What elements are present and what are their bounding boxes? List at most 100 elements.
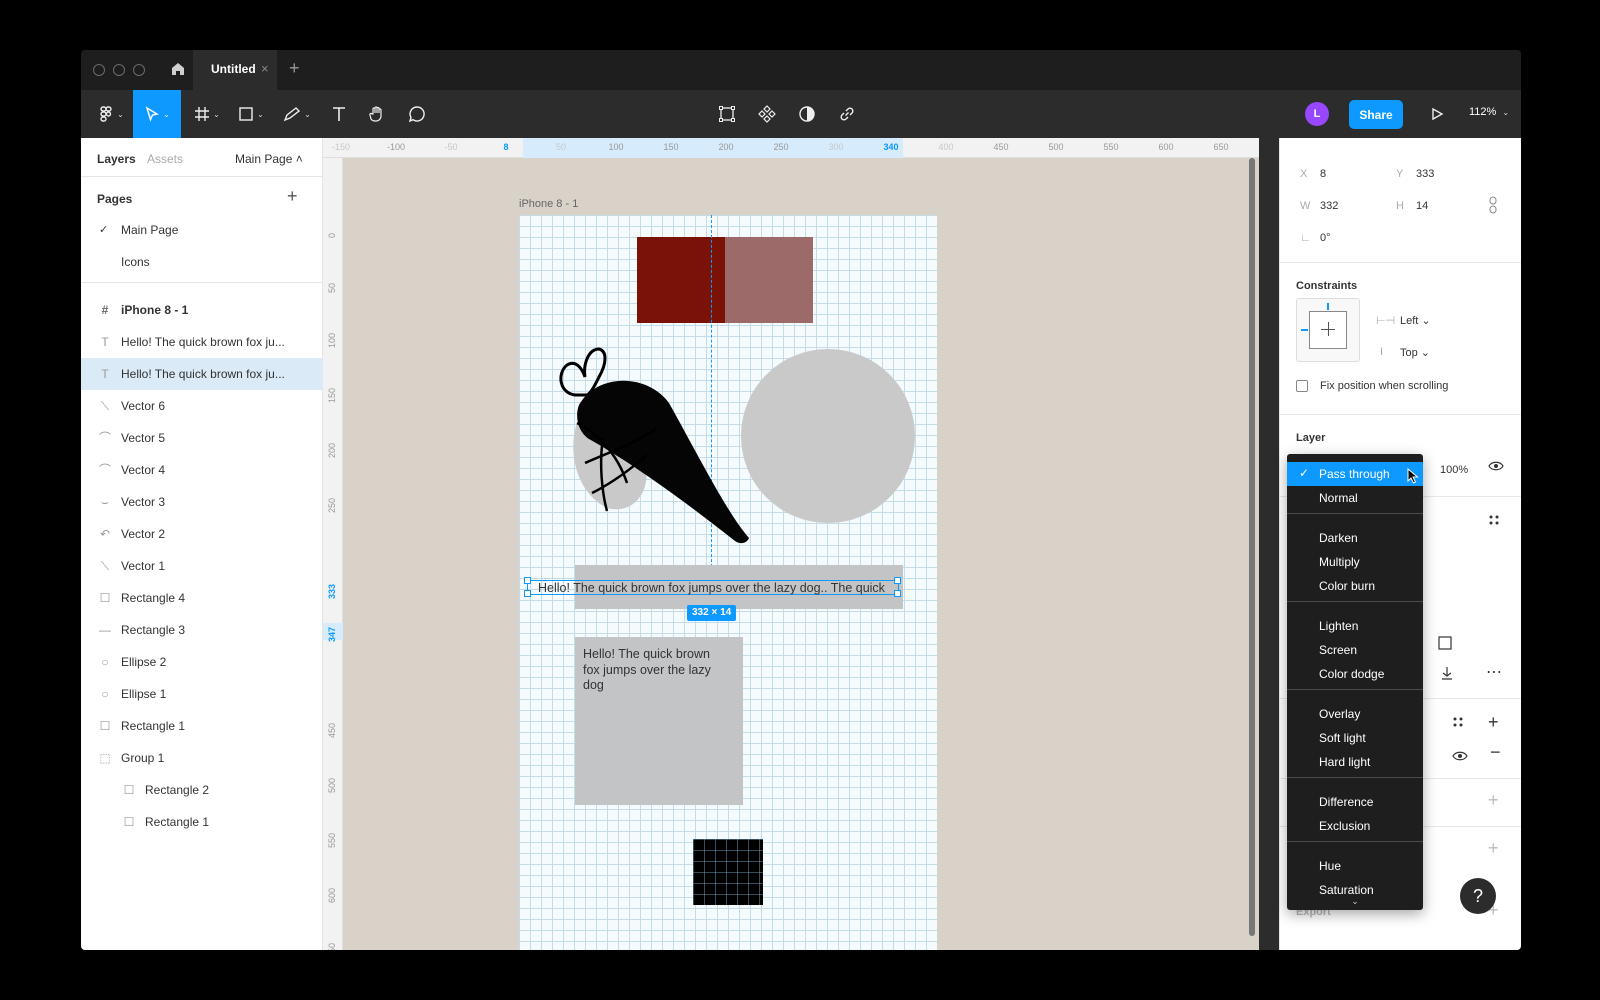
resize-handle[interactable] bbox=[894, 590, 901, 597]
present-button[interactable] bbox=[1419, 90, 1455, 138]
mask-button[interactable] bbox=[789, 90, 825, 138]
move-tool-button[interactable]: ⌄ bbox=[133, 90, 181, 138]
blend-option-exclusion[interactable]: Exclusion bbox=[1287, 814, 1423, 838]
blend-option-difference[interactable]: Difference bbox=[1287, 790, 1423, 814]
h-input[interactable]: 14 bbox=[1416, 200, 1428, 212]
layer-row[interactable]: — Rectangle 3 bbox=[81, 614, 323, 646]
ellipse-1[interactable] bbox=[741, 349, 915, 523]
constraint-widget[interactable] bbox=[1296, 298, 1360, 362]
new-tab-button[interactable]: + bbox=[289, 58, 300, 79]
layer-row[interactable]: ☐ Rectangle 1 bbox=[81, 710, 323, 742]
black-rectangle[interactable] bbox=[693, 839, 763, 905]
share-button[interactable]: Share bbox=[1349, 100, 1403, 129]
w-input[interactable]: 332 bbox=[1320, 200, 1338, 212]
page-item-icons[interactable]: Icons bbox=[81, 246, 323, 278]
minimize-window-button[interactable] bbox=[113, 64, 125, 76]
checkbox-icon[interactable] bbox=[1438, 636, 1452, 650]
layer-row[interactable]: ⬚ Group 1 bbox=[81, 742, 323, 774]
page-item-main[interactable]: ✓ Main Page bbox=[81, 214, 323, 246]
style-grid-icon[interactable] bbox=[1452, 716, 1464, 728]
blend-option-darken[interactable]: Darken bbox=[1287, 526, 1423, 550]
help-button[interactable]: ? bbox=[1460, 878, 1496, 914]
main-menu-button[interactable]: ⌄ bbox=[89, 90, 133, 138]
resize-handle[interactable] bbox=[894, 577, 901, 584]
tab-assets[interactable]: Assets bbox=[147, 152, 183, 166]
x-input[interactable]: 8 bbox=[1320, 168, 1326, 180]
rectangle-1[interactable] bbox=[725, 237, 813, 323]
blend-option-overlay[interactable]: Overlay bbox=[1287, 702, 1423, 726]
rectangle-3-textbox[interactable]: Hello! The quick brown fox jumps over th… bbox=[575, 637, 743, 805]
add-effect-button[interactable]: + bbox=[1488, 838, 1499, 859]
blend-mode-dropdown[interactable]: ✓ Pass through Normal Darken Multiply Color b… bbox=[1287, 454, 1423, 910]
blend-option-hue[interactable]: Hue bbox=[1287, 854, 1423, 878]
constrain-proportions-icon[interactable] bbox=[1488, 196, 1498, 214]
home-icon[interactable] bbox=[169, 60, 187, 78]
add-stroke-button[interactable]: + bbox=[1488, 790, 1499, 811]
blend-option-soft-light[interactable]: Soft light bbox=[1287, 726, 1423, 750]
blend-option-hard-light[interactable]: Hard light bbox=[1287, 750, 1423, 774]
link-button[interactable] bbox=[829, 90, 865, 138]
iphone-frame[interactable]: Hello! The quick brown fox jumps over th… bbox=[519, 215, 937, 950]
layer-row[interactable]: ☐ Rectangle 2 bbox=[81, 774, 323, 806]
comment-tool-button[interactable] bbox=[399, 90, 435, 138]
rotation-input[interactable]: 0° bbox=[1320, 232, 1331, 244]
frame-tool-button[interactable]: ⌄ bbox=[185, 90, 229, 138]
constraint-top-pin[interactable] bbox=[1327, 303, 1329, 310]
more-options-icon[interactable]: ⋯ bbox=[1486, 662, 1502, 682]
remove-fill-button[interactable]: − bbox=[1490, 742, 1501, 763]
layer-row[interactable]: T Hello! The quick brown fox ju... bbox=[81, 326, 323, 358]
align-bottom-icon[interactable] bbox=[1440, 666, 1454, 680]
avatar[interactable]: L bbox=[1305, 102, 1329, 126]
blend-option-color-dodge[interactable]: Color dodge bbox=[1287, 662, 1423, 686]
constraint-left-pin[interactable] bbox=[1301, 329, 1308, 331]
vector-drawing[interactable] bbox=[537, 343, 757, 553]
add-fill-button[interactable]: + bbox=[1488, 712, 1499, 733]
resize-handle[interactable] bbox=[524, 577, 531, 584]
component-button[interactable] bbox=[749, 90, 785, 138]
layer-row[interactable]: ⟍ Vector 6 bbox=[81, 390, 323, 422]
hand-tool-button[interactable] bbox=[359, 90, 395, 138]
frame-label[interactable]: iPhone 8 - 1 bbox=[519, 198, 578, 210]
layer-row[interactable]: ⌒ Vector 5 bbox=[81, 422, 323, 454]
tab-layers[interactable]: Layers bbox=[97, 152, 136, 166]
eye-icon[interactable] bbox=[1452, 750, 1468, 762]
blend-option-lighten[interactable]: Lighten bbox=[1287, 614, 1423, 638]
layer-row[interactable]: ☐ Rectangle 1 bbox=[81, 806, 323, 838]
fix-position-checkbox[interactable] bbox=[1296, 380, 1308, 392]
tab-close-icon[interactable]: × bbox=[261, 61, 269, 76]
scroll-down-icon[interactable]: ⌄ bbox=[1287, 896, 1423, 907]
eye-icon[interactable] bbox=[1488, 460, 1504, 472]
close-window-button[interactable] bbox=[93, 64, 105, 76]
layer-row[interactable]: ↶ Vector 2 bbox=[81, 518, 323, 550]
blend-option-screen[interactable]: Screen bbox=[1287, 638, 1423, 662]
shape-tool-button[interactable]: ⌄ bbox=[229, 90, 273, 138]
layer-row[interactable]: ⌣ Vector 3 bbox=[81, 486, 323, 518]
layer-row[interactable]: ⟍ Vector 1 bbox=[81, 550, 323, 582]
layer-row[interactable]: ⌒ Vector 4 bbox=[81, 454, 323, 486]
zoom-level-dropdown[interactable]: 112% ⌄ bbox=[1469, 106, 1509, 118]
horizontal-constraint-select[interactable]: Left ⌄ bbox=[1400, 314, 1431, 327]
selected-text-layer[interactable]: Hello! The quick brown fox jumps over th… bbox=[524, 577, 901, 597]
y-input[interactable]: 333 bbox=[1416, 168, 1434, 180]
vertical-scrollbar[interactable] bbox=[1249, 158, 1255, 936]
text-tool-button[interactable] bbox=[321, 90, 357, 138]
add-page-button[interactable]: + bbox=[287, 186, 298, 207]
blend-option-color-burn[interactable]: Color burn bbox=[1287, 574, 1423, 598]
tab-untitled[interactable]: Untitled × bbox=[193, 50, 277, 90]
blend-option-normal[interactable]: Normal bbox=[1287, 486, 1423, 510]
layer-row[interactable]: ☐ Rectangle 4 bbox=[81, 582, 323, 614]
layer-row[interactable]: ○ Ellipse 1 bbox=[81, 678, 323, 710]
pen-tool-button[interactable]: ⌄ bbox=[275, 90, 319, 138]
layer-row[interactable]: T Hello! The quick brown fox ju... bbox=[81, 358, 323, 390]
layer-row[interactable]: ○ Ellipse 2 bbox=[81, 646, 323, 678]
vertical-constraint-select[interactable]: Top ⌄ bbox=[1400, 346, 1430, 359]
resize-handle[interactable] bbox=[524, 590, 531, 597]
edit-object-button[interactable] bbox=[709, 90, 745, 138]
blend-option-multiply[interactable]: Multiply bbox=[1287, 550, 1423, 574]
blend-option-pass-through[interactable]: ✓ Pass through bbox=[1287, 462, 1423, 486]
page-switcher[interactable]: Main Page ˄ bbox=[235, 152, 303, 166]
layer-frame-iphone[interactable]: # iPhone 8 - 1 bbox=[81, 294, 323, 326]
style-grid-icon[interactable] bbox=[1488, 514, 1500, 526]
canvas[interactable]: iPhone 8 - 1 Hello! The quick brown fox … bbox=[343, 158, 1259, 950]
maximize-window-button[interactable] bbox=[133, 64, 145, 76]
